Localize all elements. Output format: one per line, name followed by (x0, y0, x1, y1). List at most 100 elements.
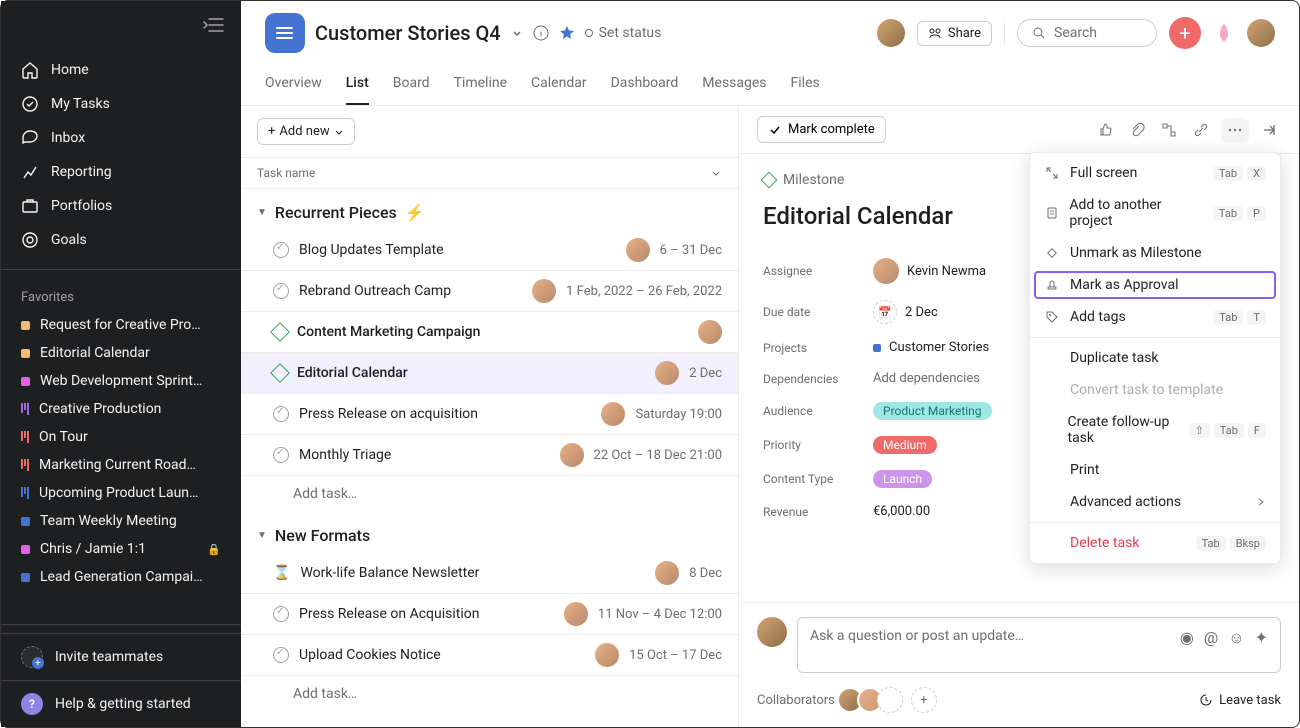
task-row[interactable]: Monthly Triage22 Oct – 18 Dec 21:00 (241, 435, 738, 476)
tab-board[interactable]: Board (393, 67, 430, 105)
section-header[interactable]: ▼New Formats (241, 512, 738, 553)
more-actions-button[interactable] (1221, 118, 1249, 142)
favorite-item[interactable]: Team Weekly Meeting (1, 507, 241, 535)
tab-dashboard[interactable]: Dashboard (611, 67, 679, 105)
menu-item-duplicate-task[interactable]: Duplicate task (1030, 342, 1280, 374)
favorite-item[interactable]: Chris / Jamie 1:1🔒 (1, 535, 241, 563)
upgrade-icon[interactable] (1213, 22, 1235, 44)
chevron-down-icon[interactable] (710, 167, 722, 179)
comment-input[interactable]: Ask a question or post an update… ◉ @ ☺ … (797, 617, 1281, 673)
tab-overview[interactable]: Overview (265, 67, 322, 105)
task-row[interactable]: ⌛Work-life Balance Newsletter8 Dec (241, 553, 738, 594)
nav-reporting-label: Reporting (51, 164, 112, 180)
tab-files[interactable]: Files (791, 67, 820, 105)
nav-reporting[interactable]: Reporting (1, 155, 241, 189)
search-input[interactable]: Search (1017, 19, 1157, 47)
task-date: Saturday 19:00 (635, 407, 722, 422)
complete-circle-icon[interactable] (273, 242, 289, 258)
task-row[interactable]: Editorial Calendar2 Dec (241, 353, 738, 394)
tab-messages[interactable]: Messages (702, 67, 766, 105)
nav-my-tasks[interactable]: My Tasks (1, 87, 241, 121)
favorite-item[interactable]: Upcoming Product Laun… (1, 479, 241, 507)
favorite-item[interactable]: Request for Creative Pro… (1, 311, 241, 339)
favorite-item[interactable]: Marketing Current Road… (1, 451, 241, 479)
lock-icon: 🔒 (207, 543, 221, 556)
leave-task-label: Leave task (1219, 693, 1281, 708)
nav-inbox[interactable]: Inbox (1, 121, 241, 155)
project-menu-icon[interactable] (511, 27, 523, 39)
help-getting-started[interactable]: ? Help & getting started (1, 680, 241, 727)
favorite-item[interactable]: Editorial Calendar (1, 339, 241, 367)
global-add-button[interactable]: + (1169, 17, 1201, 49)
complete-circle-icon[interactable] (273, 647, 289, 663)
stamp-icon (1044, 278, 1060, 292)
milestone-diamond-icon[interactable] (270, 322, 290, 342)
mark-complete-button[interactable]: Mark complete (757, 116, 886, 143)
task-row[interactable]: Rebrand Outreach Camp1 Feb, 2022 – 26 Fe… (241, 271, 738, 312)
member-avatar[interactable] (877, 19, 905, 47)
task-date: 8 Dec (689, 566, 722, 581)
complete-circle-icon[interactable] (273, 606, 289, 622)
menu-item-add-tags[interactable]: Add tagsTabT (1030, 301, 1280, 333)
attachment-icon[interactable] (1125, 118, 1149, 142)
milestone-diamond-icon[interactable] (270, 363, 290, 383)
complete-circle-icon[interactable] (273, 406, 289, 422)
close-detail-icon[interactable] (1257, 118, 1281, 142)
invite-teammates[interactable]: Invite teammates (1, 633, 241, 680)
favorite-item[interactable]: Creative Production (1, 395, 241, 423)
task-assignee-avatar (595, 643, 619, 667)
menu-item-print[interactable]: Print (1030, 454, 1280, 486)
add-collaborator-button[interactable]: + (911, 687, 937, 713)
menu-item-create-follow-up-task[interactable]: Create follow-up task⇧TabF (1030, 406, 1280, 454)
add-task-button[interactable]: Add task… (241, 476, 738, 512)
menu-item-advanced-actions[interactable]: Advanced actions (1030, 486, 1280, 518)
menu-item-delete-task[interactable]: Delete taskTabBksp (1030, 527, 1280, 559)
hourglass-icon[interactable]: ⌛ (273, 565, 290, 581)
section-header[interactable]: ▼Recurrent Pieces⚡ (241, 189, 738, 230)
menu-item-mark-as-approval[interactable]: Mark as Approval (1034, 271, 1276, 299)
task-row[interactable]: Content Marketing Campaign (241, 312, 738, 353)
menu-item-unmark-as-milestone[interactable]: Unmark as Milestone (1030, 237, 1280, 269)
nav-home[interactable]: Home (1, 53, 241, 87)
add-new-button[interactable]: + Add new (257, 118, 355, 145)
task-assignee-avatar (698, 320, 722, 344)
star-reaction-icon[interactable]: ✦ (1255, 628, 1268, 647)
emoji-icon[interactable]: ☺ (1228, 628, 1244, 648)
nav-goals[interactable]: Goals (1, 223, 241, 257)
header: Customer Stories Q4 Set status Share (241, 1, 1299, 106)
add-task-button[interactable]: Add task… (241, 676, 738, 712)
task-row[interactable]: Press Release on acquisitionSaturday 19:… (241, 394, 738, 435)
like-icon[interactable] (1093, 118, 1117, 142)
link-icon[interactable] (1189, 118, 1213, 142)
record-icon[interactable]: ◉ (1180, 628, 1194, 647)
task-row[interactable]: Upload Cookies Notice15 Oct – 17 Dec (241, 635, 738, 676)
task-name: Content Marketing Campaign (297, 324, 688, 340)
complete-circle-icon[interactable] (273, 447, 289, 463)
subtask-icon[interactable] (1157, 118, 1181, 142)
menu-item-label: Add tags (1070, 309, 1126, 325)
nav-portfolios[interactable]: Portfolios (1, 189, 241, 223)
leave-task-button[interactable]: Leave task (1199, 693, 1281, 708)
complete-circle-icon[interactable] (273, 283, 289, 299)
menu-item-add-to-another-project[interactable]: Add to another projectTabP (1030, 189, 1280, 237)
task-row[interactable]: Press Release on Acquisition11 Nov – 4 D… (241, 594, 738, 635)
tab-timeline[interactable]: Timeline (454, 67, 507, 105)
info-icon[interactable] (533, 25, 549, 41)
mention-icon[interactable]: @ (1204, 628, 1218, 647)
help-icon: ? (21, 693, 43, 715)
star-icon[interactable] (559, 25, 575, 41)
favorite-item[interactable]: Web Development Sprint… (1, 367, 241, 395)
menu-item-full-screen[interactable]: Full screenTabX (1030, 157, 1280, 189)
task-row[interactable]: Blog Updates Template6 – 31 Dec (241, 230, 738, 271)
sidebar-toggle-icon[interactable] (203, 17, 225, 33)
share-button[interactable]: Share (917, 21, 992, 46)
deps-value[interactable]: Add dependencies (873, 371, 980, 386)
tag-icon (1044, 310, 1060, 324)
user-avatar[interactable] (1247, 19, 1275, 47)
tab-calendar[interactable]: Calendar (531, 67, 587, 105)
tab-list[interactable]: List (346, 67, 369, 105)
set-status-button[interactable]: Set status (585, 25, 662, 41)
favorite-item[interactable]: On Tour (1, 423, 241, 451)
favorite-item[interactable]: Lead Generation Campai… (1, 563, 241, 591)
task-list-pane: + Add new Task name ▼Recurrent Pieces⚡Bl… (241, 106, 739, 727)
